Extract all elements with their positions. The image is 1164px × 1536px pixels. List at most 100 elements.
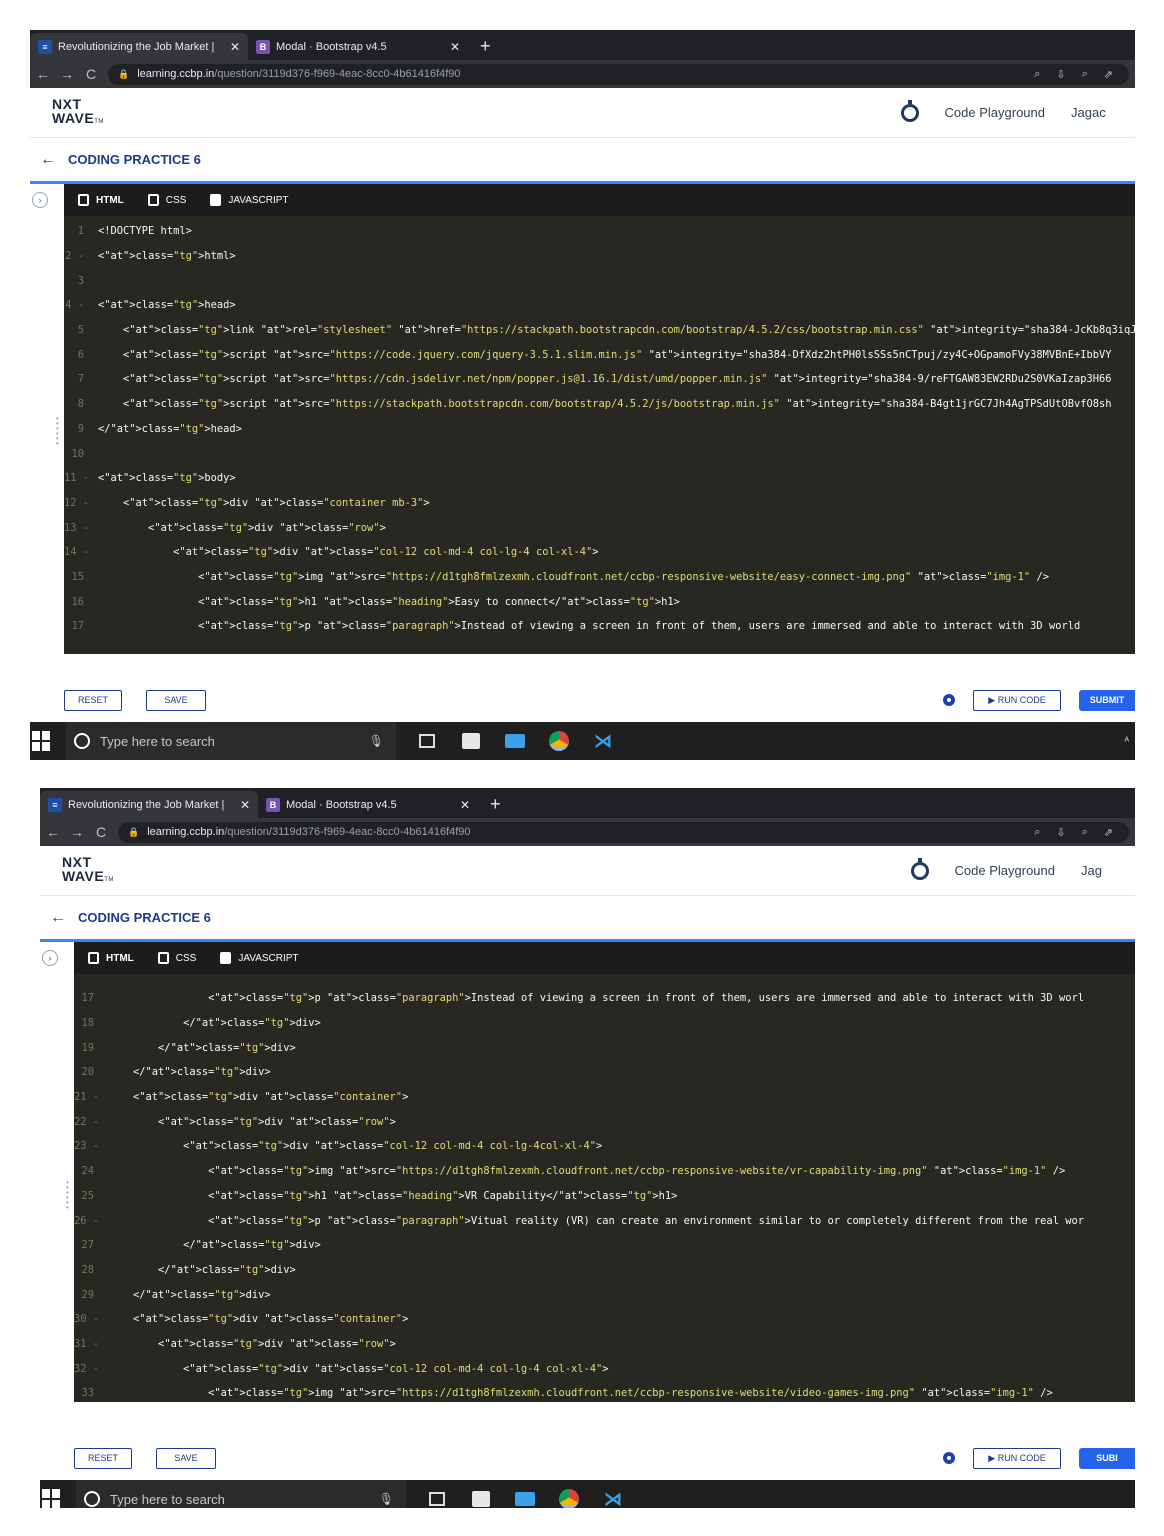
code-line[interactable]: 32 - <"at">class="tg">div "at">class="co…: [74, 1356, 1135, 1381]
taskbar-search-input[interactable]: Type here to search 🎙: [66, 722, 396, 760]
microphone-icon[interactable]: 🎙: [379, 1492, 394, 1506]
code-line[interactable]: 29 </"at">class="tg">div>: [74, 1282, 1135, 1307]
url-field[interactable]: 🔒 learning.ccbp.in/question/3119d376-f96…: [118, 821, 1129, 843]
code-line[interactable]: 25 <"at">class="tg">h1 "at">class="headi…: [74, 1184, 1135, 1209]
microphone-icon[interactable]: 🎙: [369, 734, 384, 748]
resize-handle-icon[interactable]: • • • • • •: [66, 1179, 70, 1212]
store-icon[interactable]: [460, 730, 482, 752]
vscode-icon[interactable]: ⋊: [602, 1488, 624, 1509]
expand-panel-icon[interactable]: ›: [32, 192, 48, 208]
url-field[interactable]: 🔒 learning.ccbp.in/question/3119d376-f96…: [108, 63, 1129, 85]
back-arrow-icon[interactable]: ←: [40, 151, 56, 169]
resize-handle-icon[interactable]: • • • • • •: [56, 415, 60, 448]
reset-button[interactable]: RESET: [74, 1447, 132, 1469]
tab-css[interactable]: CSS: [147, 194, 186, 206]
code-line[interactable]: 7 <"at">class="tg">script "at">src="http…: [64, 367, 1135, 392]
user-name[interactable]: Jag: [1081, 863, 1113, 878]
code-line[interactable]: 1 <!DOCTYPE html>: [64, 219, 1135, 244]
code-line[interactable]: 24 <"at">class="tg">img "at">src="https:…: [74, 1159, 1135, 1184]
tab-html[interactable]: HTML: [88, 952, 134, 964]
expand-panel-icon[interactable]: ›: [42, 950, 58, 966]
code-line[interactable]: 30 - <"at">class="tg">div "at">class="co…: [74, 1307, 1135, 1332]
forward-arrow-icon[interactable]: →: [60, 66, 74, 82]
code-line[interactable]: 13 - <"at">class="tg">div "at">class="ro…: [64, 515, 1135, 540]
nxtwave-logo[interactable]: NXT WAVETM: [62, 855, 114, 887]
system-tray[interactable]: ᴬ: [1124, 736, 1135, 747]
save-button[interactable]: SAVE: [156, 1447, 216, 1469]
code-editor[interactable]: HTML CSS JAVASCRIPT 17 <"at">class="tg">…: [74, 942, 1135, 1402]
run-code-button[interactable]: ▶ RUN CODE: [973, 1447, 1061, 1469]
submit-button[interactable]: SUBI: [1079, 1447, 1135, 1469]
code-line[interactable]: 22 - <"at">class="tg">div "at">class="ro…: [74, 1109, 1135, 1134]
close-icon[interactable]: ✕: [450, 40, 460, 54]
close-icon[interactable]: ✕: [240, 798, 250, 812]
chrome-icon[interactable]: [548, 730, 570, 752]
close-icon[interactable]: ✕: [460, 798, 470, 812]
reload-icon[interactable]: C: [84, 66, 98, 82]
install-icon[interactable]: ⇩: [1056, 68, 1065, 81]
code-line[interactable]: 3: [64, 268, 1135, 293]
code-line[interactable]: 12 - <"at">class="tg">div "at">class="co…: [64, 491, 1135, 516]
browser-tab-bootstrap-modal[interactable]: B Modal · Bootstrap v4.5 ✕: [258, 791, 478, 818]
user-name[interactable]: Jagac: [1071, 105, 1113, 120]
code-line[interactable]: 16 <"at">class="tg">h1 "at">class="headi…: [64, 589, 1135, 614]
install-icon[interactable]: ⇩: [1056, 826, 1065, 839]
task-view-icon[interactable]: [416, 730, 438, 752]
run-code-button[interactable]: ▶ RUN CODE: [973, 689, 1061, 711]
windows-start-icon[interactable]: [42, 1489, 62, 1508]
code-playground-link[interactable]: Code Playground: [945, 105, 1045, 120]
code-line[interactable]: 18 </"at">class="tg">div>: [74, 1011, 1135, 1036]
task-view-icon[interactable]: [426, 1488, 448, 1508]
tab-html[interactable]: HTML: [78, 194, 124, 206]
share-icon[interactable]: ⇗: [1104, 68, 1113, 81]
code-line[interactable]: 14 - <"at">class="tg">div "at">class="co…: [64, 540, 1135, 565]
windows-start-icon[interactable]: [32, 731, 52, 751]
vscode-icon[interactable]: ⋊: [592, 730, 614, 752]
code-line[interactable]: 27 </"at">class="tg">div>: [74, 1233, 1135, 1258]
browser-tab-job-market[interactable]: ≡ Revolutionizing the Job Market | ✕: [30, 33, 248, 60]
tab-css[interactable]: CSS: [157, 952, 196, 964]
back-arrow-icon[interactable]: ←: [46, 824, 60, 840]
browser-tab-job-market[interactable]: ≡ Revolutionizing the Job Market | ✕: [40, 791, 258, 818]
search-icon[interactable]: ⌕: [1034, 826, 1040, 839]
gear-icon[interactable]: [943, 1452, 955, 1464]
code-line[interactable]: 17 <"at">class="tg">p "at">class="paragr…: [74, 986, 1135, 1011]
mail-icon[interactable]: [504, 730, 526, 752]
code-line[interactable]: 15 <"at">class="tg">img "at">src="https:…: [64, 565, 1135, 590]
code-line[interactable]: 20 </"at">class="tg">div>: [74, 1060, 1135, 1085]
new-tab-button[interactable]: +: [478, 791, 513, 818]
save-button[interactable]: SAVE: [146, 689, 206, 711]
code-line[interactable]: 19 </"at">class="tg">div>: [74, 1035, 1135, 1060]
browser-tab-bootstrap-modal[interactable]: B Modal · Bootstrap v4.5 ✕: [248, 33, 468, 60]
code-line[interactable]: 10: [64, 441, 1135, 466]
code-line[interactable]: 11 - <"at">class="tg">body>: [64, 466, 1135, 491]
zoom-icon[interactable]: ⌕: [1082, 68, 1088, 81]
code-line[interactable]: 26 - <"at">class="tg">p "at">class="para…: [74, 1208, 1135, 1233]
store-icon[interactable]: [470, 1488, 492, 1508]
taskbar-search-input[interactable]: Type here to search 🎙: [76, 1480, 406, 1508]
code-editor[interactable]: HTML CSS JAVASCRIPT 1 <!DOCTYPE html> 2 - <…: [64, 184, 1135, 654]
stopwatch-icon[interactable]: [910, 857, 929, 880]
code-playground-link[interactable]: Code Playground: [955, 863, 1055, 878]
code-line[interactable]: 2 - <"at">class="tg">html>: [64, 244, 1135, 269]
code-line[interactable]: 4 - <"at">class="tg">head>: [64, 293, 1135, 318]
code-line[interactable]: 5 <"at">class="tg">link "at">rel="styles…: [64, 318, 1135, 343]
code-line[interactable]: 6 <"at">class="tg">script "at">src="http…: [64, 342, 1135, 367]
nxtwave-logo[interactable]: NXT WAVETM: [52, 97, 104, 129]
code-line[interactable]: 8 <"at">class="tg">script "at">src="http…: [64, 392, 1135, 417]
reset-button[interactable]: RESET: [64, 689, 122, 711]
back-arrow-icon[interactable]: ←: [50, 909, 66, 927]
code-line[interactable]: 9 </"at">class="tg">head>: [64, 417, 1135, 442]
back-arrow-icon[interactable]: ←: [36, 66, 50, 82]
gear-icon[interactable]: [943, 694, 955, 706]
share-icon[interactable]: ⇗: [1104, 826, 1113, 839]
code-line[interactable]: 31 - <"at">class="tg">div "at">class="ro…: [74, 1332, 1135, 1357]
forward-arrow-icon[interactable]: →: [70, 824, 84, 840]
close-icon[interactable]: ✕: [230, 40, 240, 54]
code-line[interactable]: 21 - <"at">class="tg">div "at">class="co…: [74, 1085, 1135, 1110]
zoom-icon[interactable]: ⌕: [1082, 826, 1088, 839]
tab-javascript[interactable]: JAVASCRIPT: [210, 194, 289, 206]
stopwatch-icon[interactable]: [900, 99, 919, 122]
tab-javascript[interactable]: JAVASCRIPT: [220, 952, 299, 964]
mail-icon[interactable]: [514, 1488, 536, 1508]
